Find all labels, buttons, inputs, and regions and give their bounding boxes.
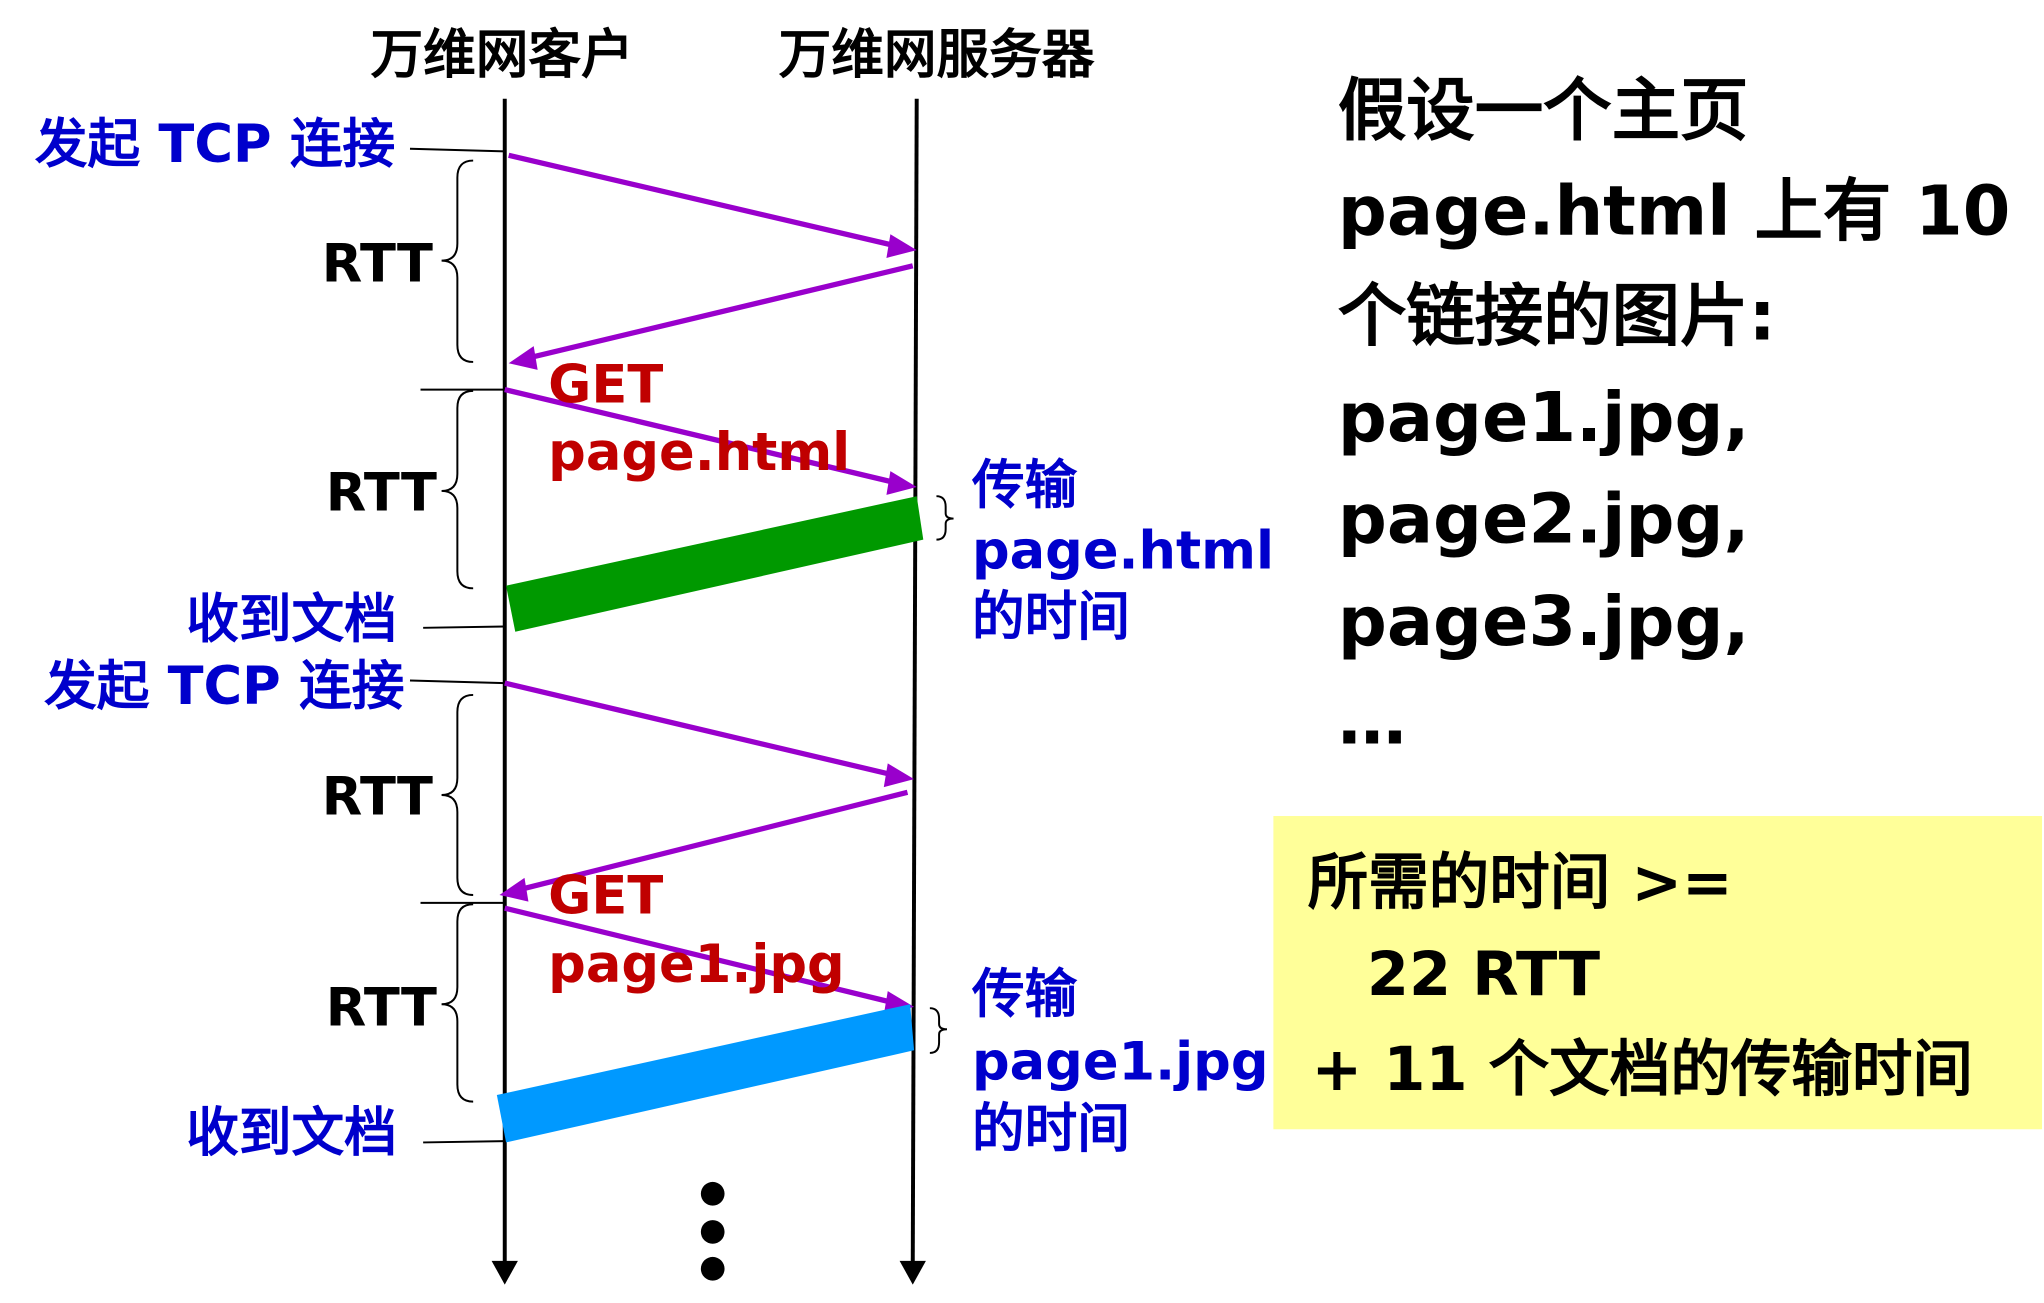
rtt-label: RTT: [326, 463, 437, 524]
transfer-time-label: 的时间: [972, 1098, 1130, 1159]
continuation-dot: [700, 1220, 725, 1244]
continuation-dot: [700, 1181, 725, 1206]
description-line: 个链接的图片:: [1338, 277, 1776, 357]
transfer-brace: [929, 1007, 948, 1054]
get-page-html-label: page.html: [548, 422, 850, 483]
rtt-brace: [441, 903, 474, 1103]
received-doc-label-1: 收到文档: [186, 589, 396, 650]
description-line: …: [1338, 681, 1406, 761]
server-timeline-arrowhead: [899, 1260, 926, 1285]
description-line: page3.jpg,: [1338, 582, 1750, 662]
leader-line: [423, 1140, 505, 1144]
init-tcp-label-2: 发起 TCP 连接: [44, 656, 404, 717]
get-label: GET: [548, 355, 663, 416]
server-timeline: [910, 98, 919, 1264]
summary-line-2: 22 RTT: [1367, 940, 1600, 1010]
server-header: 万维网服务器: [779, 24, 1095, 85]
syn-arrow: [508, 152, 898, 249]
rtt-brace: [441, 389, 474, 590]
description-line: page1.jpg,: [1338, 378, 1750, 458]
summary-line-3: + 11 个文档的传输时间: [1312, 1035, 1973, 1105]
description-line: page2.jpg,: [1338, 479, 1750, 559]
summary-line-1: 所需的时间 >=: [1308, 848, 1733, 918]
client-header: 万维网客户: [371, 24, 634, 85]
transfer-brace: [936, 495, 954, 541]
arrowhead: [883, 763, 915, 788]
arrowhead: [886, 471, 917, 495]
transfer-time-label: 的时间: [972, 586, 1130, 647]
client-timeline-arrowhead: [491, 1260, 518, 1285]
web-timing-diagram: 万维网客户 万维网服务器 发起 TCP 连接 RTT RTT GET page.…: [35, 24, 2043, 1285]
rtt-brace: [441, 159, 474, 363]
continuation-dot: [700, 1256, 725, 1281]
leader-line: [409, 147, 505, 153]
rtt-label: RTT: [322, 234, 433, 295]
get-page1-jpg-label: page1.jpg: [548, 934, 845, 995]
leader-line: [423, 625, 505, 629]
rtt-brace: [441, 693, 474, 896]
rtt-label: RTT: [326, 977, 437, 1038]
jpg-transfer-band: [496, 1004, 915, 1143]
transfer-label: 传输: [971, 964, 1078, 1025]
arrowhead: [886, 234, 917, 258]
synack-arrow: [527, 263, 914, 361]
syn-arrow-2: [504, 680, 895, 778]
transfer-label: 传输: [971, 455, 1078, 516]
leader-line: [409, 679, 505, 685]
html-transfer-band: [506, 496, 924, 632]
description-line: page.html 上有 10: [1338, 171, 2011, 251]
transfer-page1-jpg-label: page1.jpg: [972, 1031, 1269, 1092]
init-tcp-label-1: 发起 TCP 连接: [35, 114, 395, 175]
transfer-page-html-label: page.html: [972, 521, 1274, 582]
received-doc-label-2: 收到文档: [186, 1102, 396, 1163]
get-label: GET: [548, 865, 663, 926]
arrowhead: [508, 346, 538, 370]
rtt-label: RTT: [322, 767, 433, 828]
description-line: 假设一个主页: [1338, 71, 1749, 151]
